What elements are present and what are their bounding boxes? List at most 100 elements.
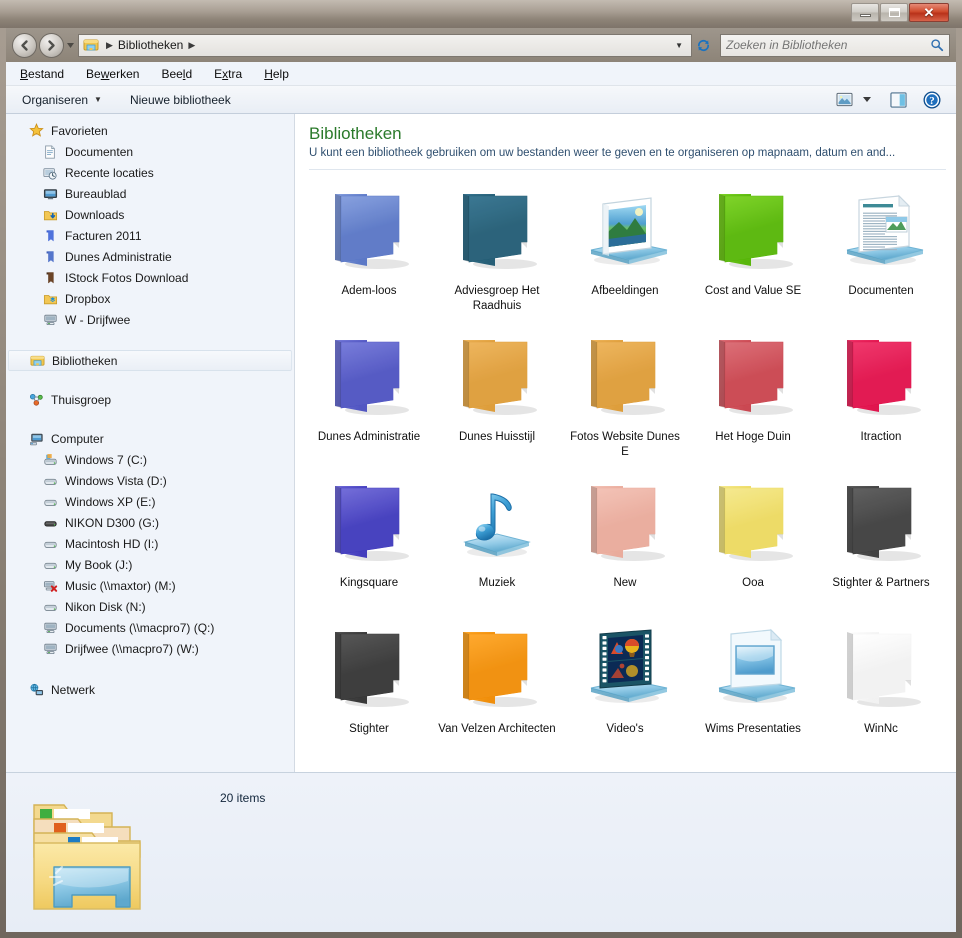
forward-button[interactable] (39, 33, 64, 58)
sidebar-label: W - Drijfwee (65, 313, 130, 327)
toolbar: Organiseren ▼ Nieuwe bibliotheek (6, 86, 956, 114)
address-dropdown-button[interactable]: ▼ (671, 41, 687, 50)
view-dropdown-button[interactable] (860, 89, 874, 111)
view-layout-icon[interactable] (832, 89, 856, 111)
sidebar-item-facturen-2011[interactable]: Facturen 2011 (6, 225, 294, 246)
nav-group-computer: Computer Windows 7 (C:) Windows Vista (D… (6, 428, 294, 659)
sidebar-item-music-maxtor-m[interactable]: Music (\\maxtor) (M:) (6, 575, 294, 596)
menu-extra[interactable]: Extra (214, 67, 242, 81)
breadcrumb-separator-2[interactable]: ▶ (188, 40, 195, 51)
sidebar-item-thuisgroep[interactable]: Thuisgroep (6, 389, 294, 410)
library-tile[interactable]: Itraction (817, 326, 945, 472)
sidebar-item-w-drijfwee[interactable]: W - Drijfwee (6, 309, 294, 330)
sidebar-item-dropbox[interactable]: Dropbox (6, 288, 294, 309)
menu-bestand[interactable]: Bestand (20, 67, 64, 81)
library-tile[interactable]: Video's (561, 618, 689, 764)
library-tile[interactable]: Stighter & Partners (817, 472, 945, 618)
refresh-button[interactable] (692, 34, 714, 56)
desktop-icon (42, 186, 58, 202)
search-input[interactable] (726, 38, 930, 52)
sidebar-label: Windows 7 (C:) (65, 453, 147, 467)
library-tile[interactable]: Kingsquare (305, 472, 433, 618)
folder-icon (833, 330, 929, 426)
search-box[interactable] (720, 34, 950, 57)
sidebar-item-documenten[interactable]: Documenten (6, 141, 294, 162)
preview-pane-icon[interactable] (886, 89, 910, 111)
sidebar-item-netwerk[interactable]: Netwerk (6, 679, 294, 700)
sidebar-label: Favorieten (51, 124, 108, 138)
sidebar-label: Drijfwee (\\macpro7) (W:) (65, 642, 199, 656)
folder-icon (577, 330, 673, 426)
network-drive-icon (42, 312, 58, 328)
library-tile-label: Itraction (861, 430, 902, 444)
breadcrumb-root[interactable]: Bibliotheken (118, 38, 183, 52)
sidebar-item-my-book-j[interactable]: My Book (J:) (6, 554, 294, 575)
sidebar-item-dunes-administratie[interactable]: Dunes Administratie (6, 246, 294, 267)
history-dropdown-button[interactable] (64, 35, 76, 55)
system-drive-icon (42, 452, 58, 468)
library-tile[interactable]: Dunes Huisstijl (433, 326, 561, 472)
sidebar-label: Dropbox (65, 292, 110, 306)
sidebar-item-bureaublad[interactable]: Bureaublad (6, 183, 294, 204)
sidebar-item-favorieten[interactable]: Favorieten (6, 120, 294, 141)
document-icon (42, 144, 58, 160)
maximize-button[interactable] (880, 3, 908, 22)
menu-beeld[interactable]: Beeld (161, 67, 192, 81)
sidebar-item-drijfwee-macpro7-w[interactable]: Drijfwee (\\macpro7) (W:) (6, 638, 294, 659)
library-tile[interactable]: Cost and Value SE (689, 180, 817, 326)
close-button[interactable]: ✕ (909, 3, 949, 22)
chevron-down-icon: ▼ (94, 95, 102, 104)
dropbox-folder-icon (42, 291, 58, 307)
sidebar-item-documents-macpro7-q[interactable]: Documents (\\macpro7) (Q:) (6, 617, 294, 638)
sidebar-item-nikon-d300-g[interactable]: NIKON D300 (G:) (6, 512, 294, 533)
homegroup-icon (28, 392, 44, 408)
library-tile[interactable]: Van Velzen Architecten (433, 618, 561, 764)
documents-library-icon (833, 184, 929, 280)
library-tile[interactable]: Stighter (305, 618, 433, 764)
brown-folder-icon (42, 270, 58, 286)
menu-help[interactable]: Help (264, 67, 289, 81)
sidebar-item-downloads[interactable]: Downloads (6, 204, 294, 225)
sidebar-item-macintosh-hd-i[interactable]: Macintosh HD (I:) (6, 533, 294, 554)
library-tile[interactable]: Fotos Website Dunes E (561, 326, 689, 472)
library-tile[interactable]: Adviesgroep Het Raadhuis (433, 180, 561, 326)
back-button[interactable] (12, 33, 37, 58)
library-tile[interactable]: Wims Presentaties (689, 618, 817, 764)
nav-spacer-4 (6, 661, 294, 679)
sidebar-item-nikon-disk-n[interactable]: Nikon Disk (N:) (6, 596, 294, 617)
library-tile[interactable]: Adem-loos (305, 180, 433, 326)
organize-button[interactable]: Organiseren ▼ (14, 90, 110, 110)
library-tile-label: Documenten (848, 284, 913, 298)
sidebar-label: Computer (51, 432, 104, 446)
minimize-button[interactable] (851, 3, 879, 22)
sidebar-label: Bibliotheken (52, 354, 117, 368)
library-tile[interactable]: Afbeeldingen (561, 180, 689, 326)
library-tile[interactable]: Muziek (433, 472, 561, 618)
search-icon[interactable] (930, 38, 944, 52)
folder-icon (705, 330, 801, 426)
address-input[interactable]: ▶ Bibliotheken ▶ ▼ (78, 34, 692, 57)
sidebar-item-windows-7-c[interactable]: Windows 7 (C:) (6, 449, 294, 470)
library-tile[interactable]: Documenten (817, 180, 945, 326)
library-tile[interactable]: New (561, 472, 689, 618)
sidebar-item-windows-vista-d[interactable]: Windows Vista (D:) (6, 470, 294, 491)
toolbar-right-group: ? (832, 89, 948, 111)
star-icon (28, 123, 44, 139)
library-tile-label: Kingsquare (340, 576, 398, 590)
library-tile[interactable]: Ooa (689, 472, 817, 618)
library-tile[interactable]: Het Hoge Duin (689, 326, 817, 472)
library-tile[interactable]: Dunes Administratie (305, 326, 433, 472)
library-tile[interactable]: WinNc (817, 618, 945, 764)
sidebar-item-bibliotheken[interactable]: Bibliotheken (8, 350, 292, 371)
new-library-button[interactable]: Nieuwe bibliotheek (122, 90, 239, 110)
sidebar-item-istock-fotos-download[interactable]: IStock Fotos Download (6, 267, 294, 288)
sidebar-item-computer[interactable]: Computer (6, 428, 294, 449)
sidebar-item-windows-xp-e[interactable]: Windows XP (E:) (6, 491, 294, 512)
library-tile-label: WinNc (864, 722, 898, 736)
menu-bewerken[interactable]: Bewerken (86, 67, 139, 81)
help-icon[interactable]: ? (920, 89, 944, 111)
folder-icon (449, 622, 545, 718)
sidebar-item-recente-locaties[interactable]: Recente locaties (6, 162, 294, 183)
sidebar-label: Dunes Administratie (65, 250, 172, 264)
sidebar-label: Recente locaties (65, 166, 154, 180)
